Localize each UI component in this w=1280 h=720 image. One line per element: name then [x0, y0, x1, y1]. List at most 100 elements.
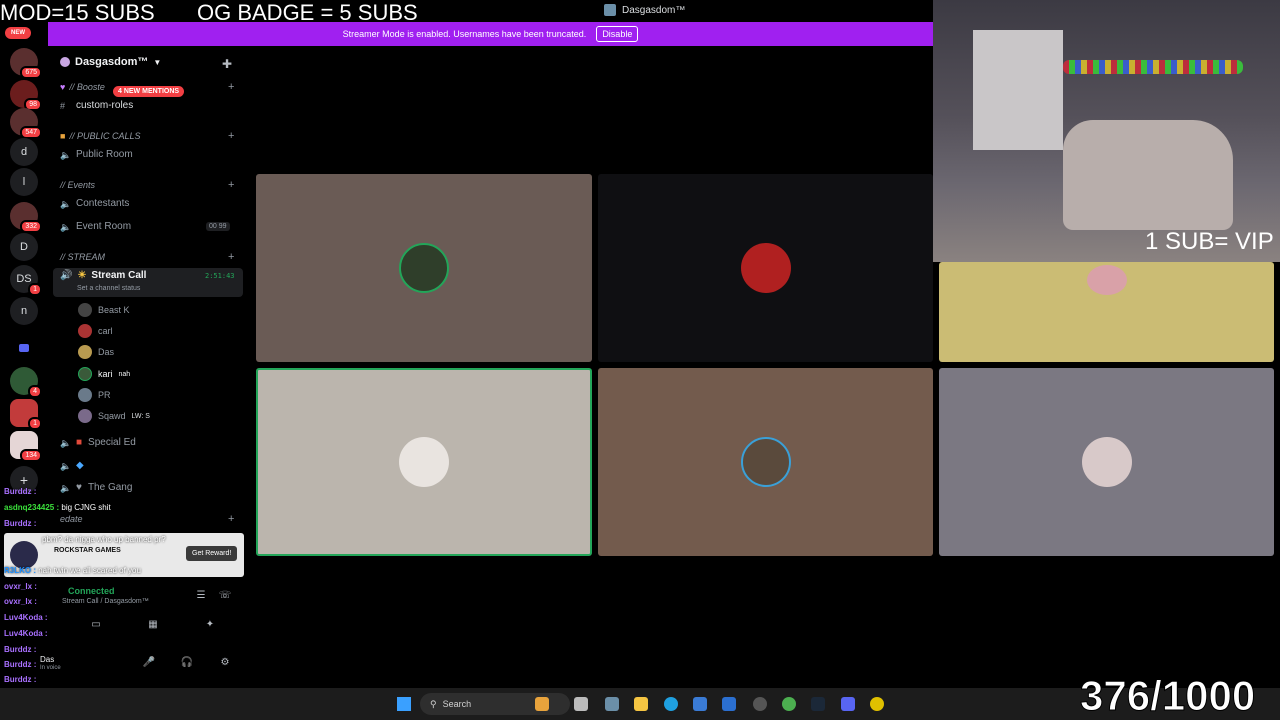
add-channel-icon[interactable]: +	[228, 513, 234, 525]
participant-avatar	[399, 243, 449, 293]
file-explorer-icon[interactable]	[634, 697, 648, 711]
chat-message: R3LKO : nah twin we all scared of you	[4, 566, 141, 575]
call-duration: 2:51:43	[205, 272, 235, 280]
microphone-icon[interactable]: 🎤	[142, 657, 156, 669]
server-icon[interactable]: DS 1	[10, 265, 42, 296]
server-icon[interactable]: 1	[10, 399, 42, 430]
user-panel-name[interactable]: Das	[40, 655, 54, 664]
add-channel-icon[interactable]: +	[228, 81, 234, 93]
speaker-icon: 🔈	[60, 149, 72, 160]
server-icon[interactable]: D	[10, 233, 38, 261]
discord-taskbar-icon[interactable]	[841, 697, 855, 711]
voice-member[interactable]: Sqawd LW: S	[78, 409, 150, 423]
voice-member[interactable]: kari nah	[78, 367, 130, 381]
disable-streamer-mode-button[interactable]: Disable	[596, 26, 639, 42]
webcam-bed	[1063, 120, 1233, 230]
voice-signal-icon[interactable]: ☰	[194, 590, 208, 602]
channel-special-ed[interactable]: 🔈 ■ Special Ed	[60, 437, 136, 448]
channel-public-room[interactable]: 🔈 Public Room	[60, 149, 133, 160]
invite-people-icon[interactable]: ✚	[222, 57, 236, 71]
category-public-calls[interactable]: ■ // PUBLIC CALLS +	[60, 130, 234, 142]
store-icon[interactable]	[693, 697, 707, 711]
server-icon[interactable]: 547	[10, 108, 42, 139]
screen-share-icon[interactable]: ▭	[89, 619, 103, 631]
category-boosters[interactable]: ♥ // Booste +	[60, 81, 234, 93]
server-folder-icon[interactable]	[10, 334, 38, 362]
server-icon[interactable]: 675	[10, 48, 42, 79]
voice-channel-location[interactable]: Stream Call / Dasgasdom™	[62, 598, 149, 605]
voice-member[interactable]: carl	[78, 324, 113, 338]
headphones-icon[interactable]: 🎧	[180, 657, 194, 669]
task-view-icon[interactable]	[574, 697, 588, 711]
participant-avatar	[740, 437, 791, 487]
obs-icon[interactable]	[753, 697, 767, 711]
server-icon[interactable]: 4	[10, 367, 42, 398]
call-tile[interactable]	[598, 174, 933, 362]
channel-the-gang[interactable]: 🔈 ♥ The Gang	[60, 482, 132, 493]
server-guild-icon	[60, 57, 70, 67]
server-icon[interactable]: l	[10, 168, 38, 196]
disconnect-icon[interactable]: ☏	[218, 590, 232, 602]
call-tile[interactable]	[939, 368, 1274, 556]
voice-member[interactable]: PR	[78, 388, 111, 402]
heart-icon: ♥	[60, 82, 66, 92]
server-icon[interactable]: n	[10, 297, 38, 325]
user-panel-status: In voice	[40, 665, 61, 671]
hash-icon: #	[60, 100, 66, 111]
participant-avatar	[1079, 263, 1135, 297]
chevron-down-icon: ▼	[153, 57, 162, 67]
soundboard-icon[interactable]: ✦	[203, 619, 217, 631]
server-icon[interactable]: d	[10, 138, 38, 166]
sub-goal-counter: 376/1000	[1079, 672, 1256, 720]
server-icon[interactable]: 98	[10, 80, 42, 111]
channel-contestants[interactable]: 🔈 Contestants	[60, 198, 129, 209]
outlook-icon[interactable]	[722, 697, 736, 711]
search-icon: ⚲	[430, 698, 437, 709]
call-tile[interactable]	[939, 262, 1274, 362]
new-mentions-pill[interactable]: 4 NEW MENTIONS	[113, 86, 185, 97]
get-reward-button[interactable]: Get Reward!	[186, 546, 238, 561]
window-titlebar	[0, 0, 933, 22]
speaker-icon: 🔈	[60, 437, 72, 448]
widgets-icon[interactable]	[535, 697, 549, 711]
speaker-icon: 🔈	[60, 198, 72, 209]
add-channel-icon[interactable]: +	[228, 251, 234, 263]
channel-status[interactable]: Set a channel status	[77, 285, 140, 292]
streamer-mode-banner: Streamer Mode is enabled. Usernames have…	[48, 22, 933, 46]
category-edate[interactable]: edate +	[60, 513, 234, 525]
voice-connected-status[interactable]: Connected	[68, 586, 115, 596]
avatar	[78, 324, 92, 338]
discord-app-icon[interactable]	[605, 697, 619, 711]
channel-diamond[interactable]: 🔈 ◆	[60, 460, 84, 471]
rockstar-logo-icon	[10, 541, 38, 569]
call-tile[interactable]	[256, 174, 592, 362]
chat-message: Luv4Koda :	[4, 613, 48, 622]
windows-start-icon[interactable]	[397, 697, 411, 711]
add-channel-icon[interactable]: +	[228, 130, 234, 142]
voice-member[interactable]: Beast K	[78, 303, 130, 317]
call-tile[interactable]	[598, 368, 933, 556]
channel-stream-call[interactable]: 🔊 ☀ Stream Call	[60, 270, 146, 281]
category-events[interactable]: // Events +	[60, 179, 234, 191]
channel-event-room[interactable]: 🔈 Event Room	[60, 221, 131, 232]
chat-message: Burddz :	[4, 660, 37, 669]
chrome-icon[interactable]	[782, 697, 796, 711]
activities-icon[interactable]: ▦	[146, 619, 160, 631]
heart-icon: ♥	[76, 482, 82, 493]
category-stream[interactable]: // STREAM +	[60, 251, 234, 263]
settings-gear-icon[interactable]: ⚙	[218, 657, 232, 669]
server-name-header[interactable]: Dasgasdom™ ▼	[60, 56, 161, 68]
new-unread-pill[interactable]: NEW	[5, 27, 31, 39]
server-icon[interactable]: 332	[10, 202, 42, 233]
webcam-string-lights	[1063, 60, 1243, 74]
edge-browser-icon[interactable]	[664, 697, 678, 711]
voice-member[interactable]: Das	[78, 345, 114, 359]
norton-icon[interactable]	[870, 697, 884, 711]
add-channel-icon[interactable]: +	[228, 179, 234, 191]
vip-sub-goal-text: 1 SUB= VIP	[1145, 228, 1274, 255]
call-tile-speaking[interactable]	[256, 368, 592, 556]
steam-icon[interactable]	[811, 697, 825, 711]
channel-custom-roles[interactable]: # custom-roles	[60, 100, 133, 111]
server-icon[interactable]: 134	[10, 431, 42, 462]
chat-message: asdnq234425 : big CJNG shit	[4, 503, 111, 512]
